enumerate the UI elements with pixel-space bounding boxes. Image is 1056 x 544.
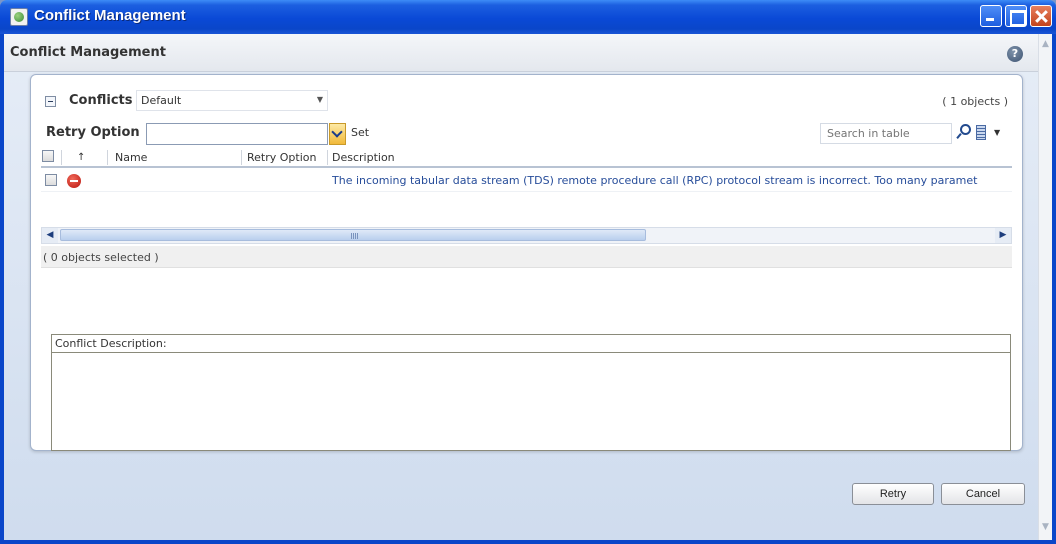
search-icon[interactable] <box>955 123 971 140</box>
retry-option-dropdown-button[interactable] <box>329 123 346 145</box>
select-all-checkbox[interactable] <box>42 150 54 162</box>
conflict-description-box[interactable]: Conflict Description: <box>51 334 1011 451</box>
app-icon <box>10 8 28 26</box>
row-checkbox[interactable] <box>45 174 57 186</box>
column-header-description[interactable]: Description <box>332 151 395 164</box>
column-header-name[interactable]: Name <box>115 151 147 164</box>
help-icon[interactable]: ? <box>1007 46 1023 62</box>
close-icon <box>1031 6 1051 26</box>
selection-status-bar: ( 0 objects selected ) <box>41 246 1012 268</box>
window-title-bar[interactable]: Conflict Management <box>0 0 1056 34</box>
table-header: ↑ Name Retry Option Description <box>41 147 1012 168</box>
column-chooser-icon[interactable] <box>976 125 986 140</box>
window-title: Conflict Management <box>34 7 186 24</box>
scrollbar-thumb[interactable] <box>60 229 646 241</box>
minimize-button[interactable] <box>980 5 1002 27</box>
conflict-description-label: Conflict Description: <box>52 335 1010 353</box>
cancel-button[interactable]: Cancel <box>941 483 1025 505</box>
description-cell[interactable]: The incoming tabular data stream (TDS) r… <box>332 174 1012 187</box>
scroll-right-icon[interactable]: ▶ <box>995 228 1011 243</box>
object-count: ( 1 objects ) <box>942 95 1008 108</box>
vertical-scrollbar[interactable]: ▲ ▼ <box>1038 34 1052 540</box>
scroll-up-icon[interactable]: ▲ <box>1040 39 1051 51</box>
table-row[interactable]: The incoming tabular data stream (TDS) r… <box>41 170 1012 192</box>
horizontal-scrollbar[interactable]: ◀ ▶ <box>41 227 1012 244</box>
window-frame: Conflict Management ? ▲ ▼ Conflicts Defa… <box>0 34 1056 544</box>
selection-status: ( 0 objects selected ) <box>43 251 159 264</box>
chevron-down-icon <box>331 126 343 138</box>
column-separator[interactable] <box>241 150 242 165</box>
window-client-area: Conflict Management ? ▲ ▼ Conflicts Defa… <box>4 34 1052 540</box>
conflicts-label: Conflicts <box>69 93 133 108</box>
scroll-down-icon[interactable]: ▼ <box>1040 522 1051 534</box>
retry-option-input[interactable] <box>146 123 328 145</box>
grip-icon <box>351 233 359 239</box>
maximize-button[interactable] <box>1005 5 1027 27</box>
minimize-icon <box>981 6 1001 26</box>
column-header-retry-option[interactable]: Retry Option <box>247 151 316 164</box>
collapse-icon[interactable] <box>45 96 56 107</box>
column-separator <box>107 150 108 165</box>
retry-option-label: Retry Option <box>46 125 140 140</box>
chevron-down-icon: ▼ <box>316 95 323 104</box>
column-separator[interactable] <box>327 150 328 165</box>
scroll-left-icon[interactable]: ◀ <box>42 228 58 243</box>
error-icon <box>67 174 81 188</box>
close-button[interactable] <box>1030 5 1052 27</box>
page-title: Conflict Management <box>10 45 166 60</box>
conflicts-panel: Conflicts Default ▼ ( 1 objects ) Retry … <box>30 74 1023 451</box>
chevron-down-icon[interactable]: ▼ <box>994 128 1000 137</box>
sort-arrow-icon[interactable]: ↑ <box>77 152 85 163</box>
view-select[interactable]: Default ▼ <box>136 90 328 111</box>
view-select-value: Default <box>141 94 182 107</box>
maximize-icon <box>1006 6 1026 26</box>
retry-button[interactable]: Retry <box>852 483 934 505</box>
column-separator <box>61 150 62 165</box>
page-header: Conflict Management ? <box>4 34 1038 72</box>
set-button[interactable]: Set <box>351 126 369 139</box>
table-search-input[interactable] <box>820 123 952 144</box>
